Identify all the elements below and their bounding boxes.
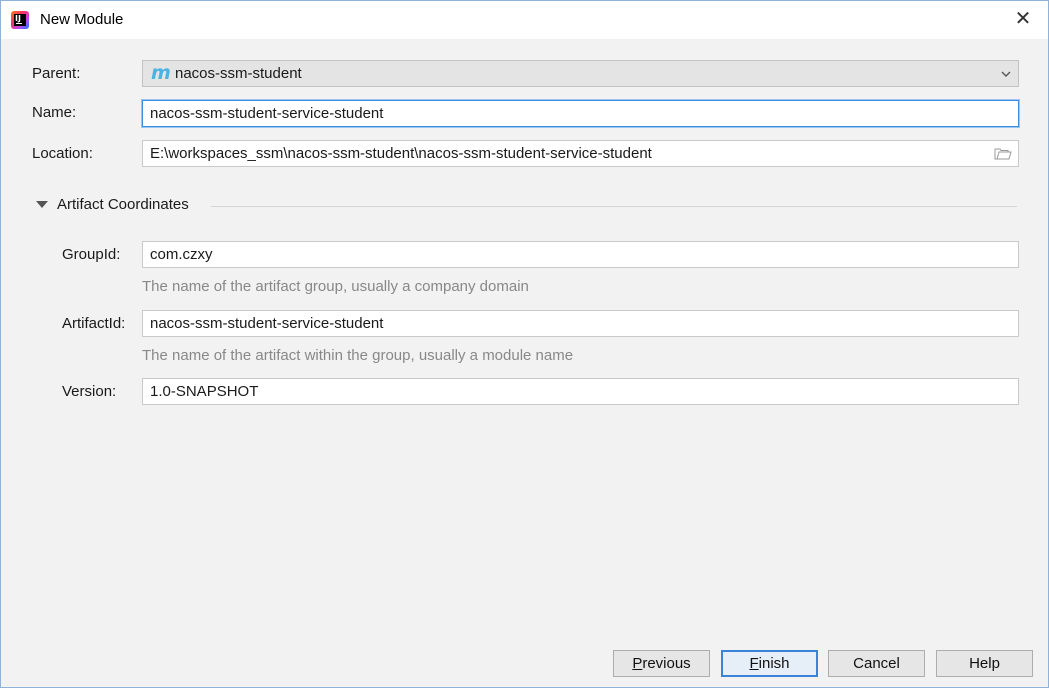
artifact-coordinates-title[interactable]: Artifact Coordinates — [57, 196, 189, 213]
parent-dropdown[interactable]: m nacos-ssm-student — [142, 60, 1019, 87]
version-input[interactable] — [142, 378, 1019, 405]
parent-label: Parent: — [32, 65, 81, 82]
new-module-dialog: IJ New Module ✕ Parent: m nacos-ssm-stud… — [0, 0, 1049, 688]
location-value: E:\workspaces_ssm\nacos-ssm-student\naco… — [150, 145, 652, 162]
close-icon[interactable]: ✕ — [1012, 9, 1034, 31]
groupid-label: GroupId: — [62, 246, 121, 263]
window-title: New Module — [40, 11, 124, 28]
artifactid-input[interactable] — [142, 310, 1019, 337]
finish-button[interactable]: Finish — [721, 650, 818, 677]
location-input[interactable]: E:\workspaces_ssm\nacos-ssm-student\naco… — [142, 140, 1019, 167]
collapse-triangle-icon[interactable] — [36, 201, 48, 208]
name-label: Name: — [32, 104, 77, 121]
location-label: Location: — [32, 145, 93, 162]
maven-module-icon: m — [151, 62, 171, 84]
chevron-down-icon — [1001, 71, 1011, 77]
folder-open-icon[interactable] — [994, 146, 1012, 161]
intellij-idea-icon: IJ — [11, 11, 29, 29]
title-bar: IJ New Module ✕ — [1, 1, 1048, 39]
groupid-hint: The name of the artifact group, usually … — [142, 278, 529, 295]
help-button[interactable]: Help — [936, 650, 1033, 677]
version-label: Version: — [62, 383, 117, 400]
artifactid-label: ArtifactId: — [62, 315, 126, 332]
cancel-button[interactable]: Cancel — [828, 650, 925, 677]
groupid-input[interactable] — [142, 241, 1019, 268]
previous-button[interactable]: Previous — [613, 650, 710, 677]
name-input[interactable] — [142, 100, 1019, 127]
parent-value: nacos-ssm-student — [175, 65, 302, 82]
artifactid-hint: The name of the artifact within the grou… — [142, 347, 574, 364]
section-divider — [211, 206, 1017, 207]
